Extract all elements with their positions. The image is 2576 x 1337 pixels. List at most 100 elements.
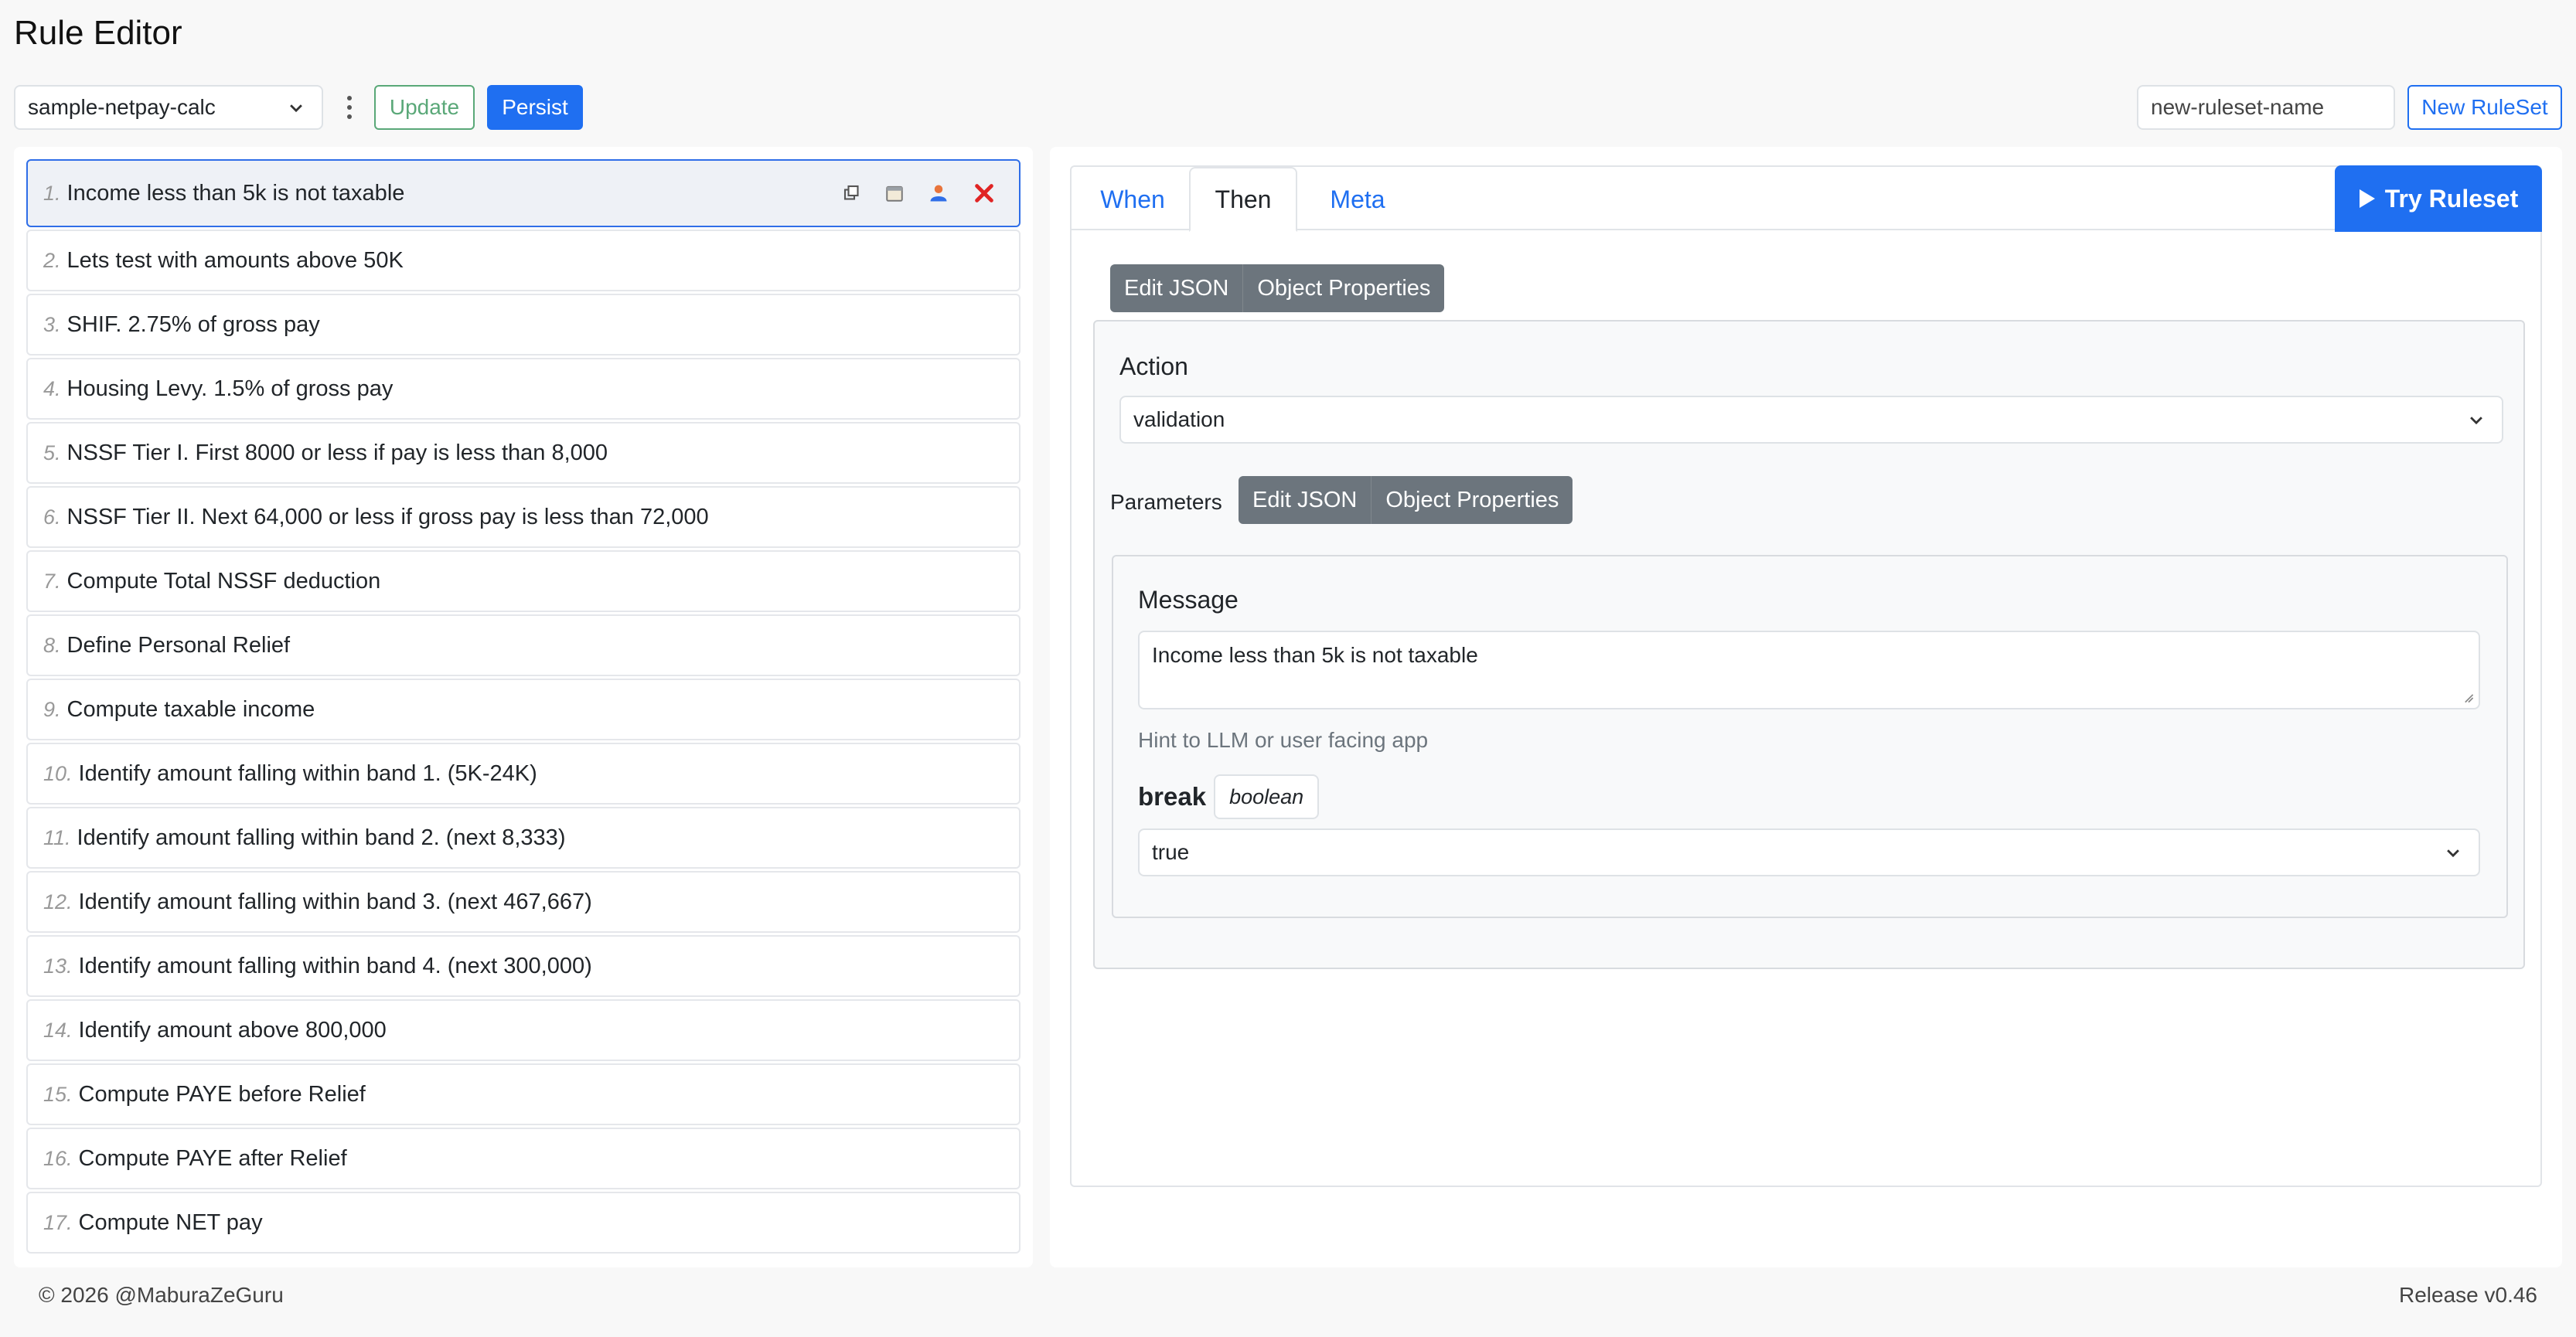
edit-json-button[interactable]: Edit JSON bbox=[1110, 264, 1242, 312]
action-select-value: validation bbox=[1133, 407, 1225, 431]
rule-title: Identify amount falling within band 4. (… bbox=[78, 953, 592, 978]
tab-meta[interactable]: Meta bbox=[1303, 167, 1412, 232]
action-select[interactable]: validation bbox=[1119, 396, 2503, 444]
action-box: Action validation Parameters Edit JSON O… bbox=[1093, 320, 2525, 969]
rule-list-item[interactable]: 15. Compute PAYE before Relief bbox=[26, 1063, 1021, 1125]
rule-number: 3. bbox=[43, 312, 61, 336]
tab-then[interactable]: Then bbox=[1189, 167, 1297, 232]
rule-title: Define Personal Relief bbox=[66, 632, 291, 658]
rule-title: Identify amount above 800,000 bbox=[78, 1017, 387, 1043]
parameters-label: Parameters bbox=[1110, 490, 1222, 514]
rule-list-item[interactable]: 11. Identify amount falling within band 2… bbox=[26, 807, 1021, 869]
message-label: Message bbox=[1138, 586, 1239, 614]
rule-number: 6. bbox=[43, 505, 61, 529]
rule-number: 12. bbox=[43, 890, 73, 913]
toolbar: sample-netpay-calc Update Persist bbox=[14, 85, 583, 130]
params-edit-json-button[interactable]: Edit JSON bbox=[1239, 476, 1371, 524]
ruleset-select-value: sample-netpay-calc bbox=[28, 95, 216, 119]
rule-list-item[interactable]: 3. SHIF. 2.75% of gross pay bbox=[26, 294, 1021, 356]
chevron-down-icon bbox=[290, 104, 302, 113]
break-label: break bbox=[1138, 782, 1207, 811]
rule-number: 15. bbox=[43, 1082, 73, 1106]
rule-title: Compute PAYE after Relief bbox=[78, 1145, 347, 1171]
rule-list-item[interactable]: 10. Identify amount falling within band 1… bbox=[26, 743, 1021, 805]
resize-handle-icon[interactable] bbox=[2463, 692, 2474, 703]
new-ruleset-name-input[interactable]: new-ruleset-name bbox=[2137, 85, 2395, 130]
parameters-view-toggle: Edit JSON Object Properties bbox=[1239, 476, 1573, 524]
rule-actions bbox=[843, 161, 996, 226]
rule-detail-card: When Then Meta Try Ruleset Edit JSON Obj… bbox=[1070, 165, 2542, 1187]
object-properties-button[interactable]: Object Properties bbox=[1242, 264, 1444, 312]
rule-title: Compute PAYE before Relief bbox=[78, 1081, 366, 1107]
rule-title: SHIF. 2.75% of gross pay bbox=[66, 311, 320, 337]
break-select[interactable]: true bbox=[1138, 828, 2480, 876]
rule-list: 1. Income less than 5k is not taxable 2. Le… bbox=[26, 159, 1021, 1256]
rule-title: Identify amount falling within band 3. (… bbox=[78, 889, 592, 914]
person-import-icon[interactable] bbox=[928, 182, 949, 204]
rule-list-item[interactable]: 5. NSSF Tier I. First 8000 or less if pay… bbox=[26, 422, 1021, 484]
rule-number: 2. bbox=[43, 248, 61, 272]
new-ruleset-tools: new-ruleset-name New RuleSet bbox=[2137, 85, 2562, 130]
rule-number: 13. bbox=[43, 954, 73, 978]
more-options-icon[interactable] bbox=[342, 85, 357, 130]
rule-number: 14. bbox=[43, 1018, 73, 1042]
rule-title: NSSF Tier I. First 8000 or less if pay i… bbox=[66, 440, 608, 465]
duplicate-icon[interactable] bbox=[843, 184, 861, 202]
rule-number: 16. bbox=[43, 1146, 73, 1170]
rule-list-panel: 1. Income less than 5k is not taxable 2. Le… bbox=[14, 147, 1033, 1267]
message-textarea[interactable]: Income less than 5k is not taxable bbox=[1138, 631, 2480, 709]
rule-list-item[interactable]: 12. Identify amount falling within band 3… bbox=[26, 871, 1021, 933]
action-label: Action bbox=[1119, 352, 1188, 380]
rule-number: 11. bbox=[43, 825, 71, 849]
rule-title: Housing Levy. 1.5% of gross pay bbox=[66, 376, 394, 401]
rule-number: 5. bbox=[43, 441, 61, 464]
chevron-down-icon bbox=[2447, 849, 2459, 858]
calendar-icon[interactable] bbox=[884, 183, 905, 203]
type-badge[interactable]: boolean bbox=[1214, 774, 1320, 819]
rule-list-item[interactable]: 7. Compute Total NSSF deduction bbox=[26, 550, 1021, 612]
message-hint: Hint to LLM or user facing app bbox=[1138, 728, 1429, 752]
rule-number: 9. bbox=[43, 697, 61, 721]
footer-copyright: © 2026 @MaburaZeGuru bbox=[39, 1283, 284, 1307]
rule-number: 7. bbox=[43, 569, 61, 593]
rule-title: NSSF Tier II. Next 64,000 or less if gro… bbox=[66, 504, 709, 529]
play-icon bbox=[2359, 189, 2375, 208]
footer-release: Release v0.46 bbox=[2398, 1283, 2537, 1307]
delete-icon[interactable] bbox=[973, 182, 996, 205]
rule-number: 10. bbox=[43, 761, 73, 785]
chevron-down-icon bbox=[2470, 417, 2482, 425]
rule-title: Compute Total NSSF deduction bbox=[66, 568, 381, 594]
message-value: Income less than 5k is not taxable bbox=[1152, 643, 1478, 667]
rule-title: Identify amount falling within band 1. (… bbox=[78, 760, 537, 786]
rule-number: 17. bbox=[43, 1210, 73, 1234]
update-button[interactable]: Update bbox=[374, 85, 475, 130]
rule-list-item[interactable]: 8. Define Personal Relief bbox=[26, 614, 1021, 676]
persist-button[interactable]: Persist bbox=[487, 85, 583, 130]
break-field-header: break boolean bbox=[1138, 774, 1320, 819]
rule-detail-panel: When Then Meta Try Ruleset Edit JSON Obj… bbox=[1050, 147, 2562, 1267]
rule-list-item[interactable]: 16. Compute PAYE after Relief bbox=[26, 1128, 1021, 1189]
view-mode-toggle: Edit JSON Object Properties bbox=[1110, 264, 1445, 312]
rule-title: Income less than 5k is not taxable bbox=[66, 180, 405, 206]
rule-title: Compute taxable income bbox=[66, 696, 315, 722]
rule-list-item[interactable]: 6. NSSF Tier II. Next 64,000 or less if g… bbox=[26, 486, 1021, 548]
rule-list-item[interactable]: 1. Income less than 5k is not taxable bbox=[26, 159, 1021, 227]
rule-list-item[interactable]: 13. Identify amount falling within band 4… bbox=[26, 935, 1021, 997]
tab-when[interactable]: When bbox=[1082, 167, 1183, 232]
rule-list-item[interactable]: 2. Lets test with amounts above 50K bbox=[26, 230, 1021, 291]
try-ruleset-button[interactable]: Try Ruleset bbox=[2335, 165, 2542, 232]
tab-bar: When Then Meta Try Ruleset bbox=[1072, 165, 2542, 232]
break-select-value: true bbox=[1152, 840, 1190, 864]
try-ruleset-label: Try Ruleset bbox=[2384, 184, 2519, 213]
params-object-properties-button[interactable]: Object Properties bbox=[1371, 476, 1573, 524]
new-ruleset-button[interactable]: New RuleSet bbox=[2407, 85, 2562, 130]
rule-title: Compute NET pay bbox=[78, 1209, 263, 1235]
page-title: Rule Editor bbox=[14, 14, 182, 52]
rule-list-item[interactable]: 14. Identify amount above 800,000 bbox=[26, 999, 1021, 1061]
parameters-box: Message Income less than 5k is not taxab… bbox=[1112, 555, 2508, 918]
rule-number: 1. bbox=[43, 181, 61, 205]
rule-list-item[interactable]: 9. Compute taxable income bbox=[26, 679, 1021, 740]
rule-list-item[interactable]: 4. Housing Levy. 1.5% of gross pay bbox=[26, 358, 1021, 420]
ruleset-select[interactable]: sample-netpay-calc bbox=[14, 85, 323, 130]
rule-list-item[interactable]: 17. Compute NET pay bbox=[26, 1192, 1021, 1254]
